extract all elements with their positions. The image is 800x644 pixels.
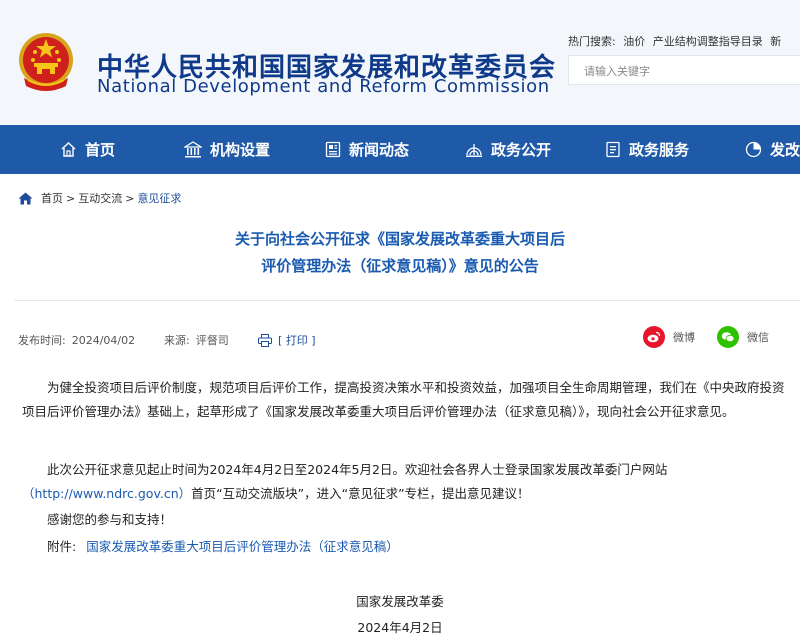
share-weibo[interactable]: 微博 bbox=[643, 326, 695, 348]
nav-label-reform: 发改 bbox=[770, 141, 800, 159]
hot-search-label: 热门搜索: bbox=[568, 35, 616, 48]
hot-search-link-new[interactable]: 新 bbox=[770, 35, 781, 48]
nav-item-reform[interactable]: 发改 bbox=[745, 125, 800, 174]
article-paragraph-2-rest: 首页“互动交流版块”，进入“意见征求”专栏，提出意见建议！ bbox=[191, 486, 530, 501]
source-value: 评督司 bbox=[195, 334, 229, 347]
breadcrumb-interaction[interactable]: 互动交流 bbox=[78, 190, 122, 206]
nav-label-organization: 机构设置 bbox=[210, 141, 271, 159]
print-button[interactable]: [ 打印 ] bbox=[258, 332, 316, 348]
source-info: 来源: 评督司 bbox=[164, 332, 229, 348]
nav-label-government-affairs: 政务公开 bbox=[491, 141, 552, 159]
document-icon bbox=[606, 141, 620, 158]
share-wechat-label: 微信 bbox=[747, 331, 769, 344]
nav-label-government-services: 政务服务 bbox=[629, 141, 690, 159]
title-divider bbox=[14, 300, 800, 301]
nav-label-news: 新闻动态 bbox=[349, 141, 410, 159]
attachment-label: 附件: bbox=[47, 539, 77, 554]
printer-icon bbox=[258, 333, 272, 347]
nav-label-home: 首页 bbox=[85, 141, 116, 159]
site-header: 中华人民共和国国家发展和改革委员会 National Development a… bbox=[0, 0, 800, 125]
ndrc-website-link[interactable]: （http://www.ndrc.gov.cn） bbox=[22, 486, 191, 501]
site-title-english: National Development and Reform Commissi… bbox=[97, 76, 550, 97]
article-title-line1: 关于向社会公开征求《国家发展改革委重大项目后 bbox=[234, 230, 565, 248]
hot-search-link-industry-catalog[interactable]: 产业结构调整指导目录 bbox=[653, 35, 763, 48]
share-wechat[interactable]: 微信 bbox=[717, 326, 769, 348]
nav-item-government-services[interactable]: 政务服务 bbox=[605, 125, 689, 174]
wechat-icon bbox=[717, 326, 739, 348]
signature: 国家发展改革委 bbox=[356, 594, 444, 609]
article-paragraph-3: 感谢您的参与和支持！ bbox=[47, 512, 173, 527]
search-input[interactable] bbox=[569, 56, 786, 86]
publish-label: 发布时间: bbox=[18, 334, 66, 347]
signature-date: 2024年4月2日 bbox=[357, 620, 443, 635]
source-label: 来源: bbox=[164, 334, 190, 347]
share-weibo-label: 微博 bbox=[673, 331, 695, 344]
breadcrumb-home[interactable]: 首页 bbox=[41, 190, 63, 206]
news-icon bbox=[325, 141, 341, 158]
attachment-row: 附件: 国家发展改革委重大项目后评价管理办法（征求意见稿） bbox=[22, 535, 792, 559]
building-icon bbox=[184, 141, 202, 158]
attachment-link[interactable]: 国家发展改革委重大项目后评价管理办法（征求意见稿） bbox=[86, 539, 399, 554]
article-paragraph-1: 为健全投资项目后评价制度，规范项目后评价工作，提高投资决策水平和投资效益，加强项… bbox=[22, 380, 785, 419]
nav-item-organization[interactable]: 机构设置 bbox=[184, 125, 270, 174]
publish-info: 发布时间: 2024/04/02 bbox=[18, 332, 135, 348]
article-paragraph-2-line2: （http://www.ndrc.gov.cn）首页“互动交流版块”，进入“意见… bbox=[22, 482, 792, 506]
home-icon bbox=[61, 142, 76, 157]
breadcrumb-current[interactable]: 意见征求 bbox=[137, 190, 181, 206]
nav-item-government-affairs[interactable]: 政务公开 bbox=[465, 125, 551, 174]
weibo-icon bbox=[643, 326, 665, 348]
publish-date: 2024/04/02 bbox=[71, 333, 136, 347]
article-paragraph-2-line1: 此次公开征求意见起止时间为2024年4月2日至2024年5月2日。欢迎社会各界人… bbox=[47, 462, 668, 477]
breadcrumb: 首页 > 互动交流 > 意见征求 bbox=[18, 190, 181, 206]
print-label: [ 打印 ] bbox=[278, 334, 316, 347]
search-box bbox=[568, 55, 800, 86]
article-title-line2: 评价管理办法（征求意见稿）》意见的公告 bbox=[261, 257, 539, 275]
home-icon bbox=[18, 192, 33, 204]
national-emblem-icon[interactable] bbox=[14, 30, 78, 96]
chart-icon bbox=[745, 141, 762, 158]
hot-search: 热门搜索: 油价 产业结构调整指导目录 新 bbox=[568, 33, 785, 49]
radar-icon bbox=[466, 144, 482, 157]
breadcrumb-separator: > bbox=[125, 191, 135, 205]
main-nav: 首页 机构设置 新闻动态 政务公开 政务服务 发改 bbox=[0, 125, 800, 174]
hot-search-link-oil-price[interactable]: 油价 bbox=[623, 35, 645, 48]
breadcrumb-separator: > bbox=[66, 191, 76, 205]
nav-item-home[interactable]: 首页 bbox=[60, 125, 115, 174]
nav-item-news[interactable]: 新闻动态 bbox=[325, 125, 409, 174]
